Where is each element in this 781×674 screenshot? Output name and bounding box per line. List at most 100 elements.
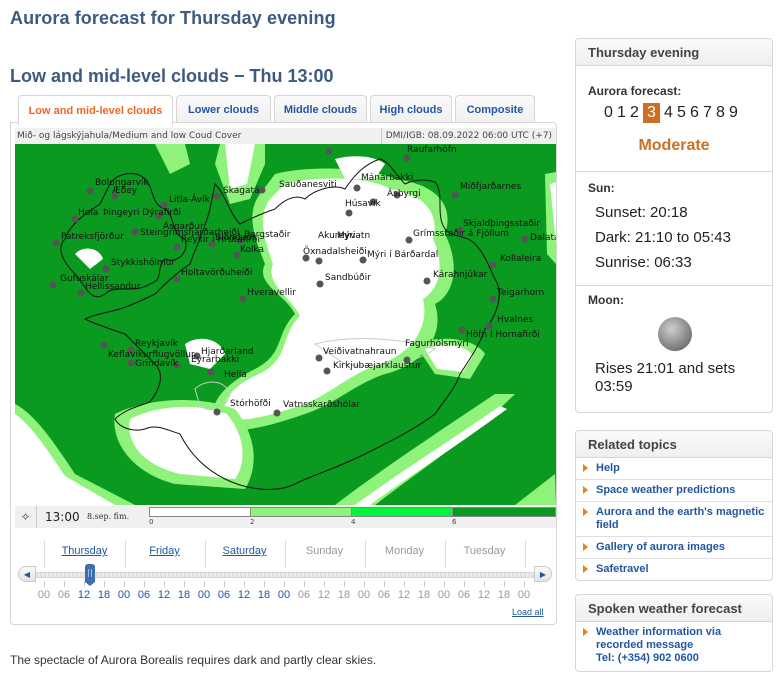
hour-label[interactable]: 00 bbox=[114, 589, 134, 601]
day-separator bbox=[525, 540, 526, 568]
town-label: Stykkishólmur bbox=[111, 257, 175, 268]
related-link-help[interactable]: Help bbox=[576, 458, 772, 480]
hour-label[interactable]: 12 bbox=[234, 589, 254, 601]
tab-high-clouds[interactable]: High clouds bbox=[370, 95, 452, 123]
legend-segment-0-2 bbox=[149, 507, 251, 517]
tab-middle-clouds[interactable]: Middle clouds bbox=[274, 95, 367, 123]
hour-label[interactable]: 00 bbox=[274, 589, 294, 601]
aurora-forecast-label: Aurora forecast: bbox=[588, 84, 682, 98]
town-label: Hvalnes bbox=[497, 315, 533, 325]
bullet-arrow-icon bbox=[583, 628, 588, 636]
map-footer: ✧ 13:00 8.sep. fim. 0 2 4 6 bbox=[15, 506, 556, 528]
hour-label[interactable]: 06 bbox=[214, 589, 234, 601]
legend-tick: 2 bbox=[250, 518, 255, 526]
legend-segment-6-8 bbox=[452, 507, 556, 517]
hour-tick bbox=[44, 581, 45, 587]
related-topics-box: Related topics Help Space weather predic… bbox=[575, 430, 773, 581]
hour-label[interactable]: 12 bbox=[474, 589, 494, 601]
day-sunday: Sunday bbox=[305, 545, 344, 557]
day-link-thursday[interactable]: Thursday bbox=[47, 545, 122, 557]
timeline-prev-button[interactable]: ◀ bbox=[18, 566, 36, 582]
town-label: Grindavík bbox=[135, 359, 179, 369]
arrow-left-icon: ◀ bbox=[23, 569, 31, 579]
hour-label[interactable]: 06 bbox=[134, 589, 154, 601]
hour-label[interactable]: 18 bbox=[174, 589, 194, 601]
hour-label[interactable]: 06 bbox=[454, 589, 474, 601]
town-label: Hella bbox=[224, 370, 247, 380]
forecast-box: Thursday evening Aurora forecast: 0 1 2 … bbox=[575, 38, 773, 413]
link-label: Space weather predictions bbox=[596, 484, 736, 496]
link-label: Aurora and the earth's magnetic field bbox=[596, 506, 765, 531]
town-label: Hola bbox=[78, 208, 98, 218]
town-label: Kolka bbox=[240, 245, 264, 255]
related-link-gallery[interactable]: Gallery of aurora images bbox=[576, 537, 772, 559]
hour-label[interactable]: 12 bbox=[394, 589, 414, 601]
town-label: Ásgarður bbox=[163, 220, 204, 232]
hour-label[interactable]: 18 bbox=[414, 589, 434, 601]
cloud-cover-map[interactable]: Raufarhöfn Bolungarvík Æðey Litla-Ávík S… bbox=[15, 144, 556, 505]
spoken-forecast-box: Spoken weather forecast Weather informat… bbox=[575, 594, 773, 672]
timeline-next-button[interactable]: ▶ bbox=[534, 566, 552, 582]
related-link-space-weather[interactable]: Space weather predictions bbox=[576, 480, 772, 502]
hour-label[interactable]: 00 bbox=[434, 589, 454, 601]
bullet-arrow-icon bbox=[583, 486, 588, 494]
town-label: Þingeyri Dýrafirði bbox=[103, 208, 181, 218]
town-label: Veiðivatnahraun bbox=[323, 347, 396, 357]
hour-label[interactable]: 06 bbox=[374, 589, 394, 601]
town-label: Kárahnjúkar bbox=[433, 270, 488, 280]
hour-label[interactable]: 06 bbox=[54, 589, 74, 601]
hour-label[interactable]: 00 bbox=[194, 589, 214, 601]
town-label: Mývatn bbox=[337, 231, 370, 241]
hour-tick bbox=[304, 581, 305, 587]
divider bbox=[576, 285, 772, 286]
hour-label[interactable]: 12 bbox=[314, 589, 334, 601]
tab-composite[interactable]: Composite bbox=[455, 95, 535, 123]
town-label: Skjaldþingsstaðir bbox=[463, 219, 540, 229]
town-label: Kollaleira bbox=[500, 254, 541, 264]
town-label: Sauðanesviti bbox=[279, 180, 337, 190]
time-slider-handle[interactable] bbox=[85, 564, 95, 586]
hour-label[interactable]: 00 bbox=[354, 589, 374, 601]
kp-value: 1 bbox=[617, 104, 626, 121]
town-label: Dalatangi bbox=[530, 233, 556, 243]
hour-label[interactable]: 18 bbox=[94, 589, 114, 601]
kp-value-selected: 3 bbox=[643, 103, 660, 123]
town-label: Raufarhöfn bbox=[407, 145, 457, 155]
hour-label[interactable]: 12 bbox=[74, 589, 94, 601]
page-title: Aurora forecast for Thursday evening bbox=[10, 8, 336, 28]
hour-label[interactable]: 18 bbox=[494, 589, 514, 601]
map-time: 13:00 bbox=[45, 510, 80, 524]
related-link-magnetic-field[interactable]: Aurora and the earth's magnetic field bbox=[576, 502, 772, 537]
day-link-friday[interactable]: Friday bbox=[127, 545, 202, 557]
kp-index-scale: 0 1 2 3 4 5 6 7 8 9 bbox=[602, 103, 740, 123]
day-separator bbox=[365, 540, 366, 568]
legend-segment-2-4 bbox=[250, 507, 352, 517]
town-label: Patreksfjörður bbox=[61, 232, 124, 242]
hour-label[interactable]: 12 bbox=[154, 589, 174, 601]
load-all-link[interactable]: Load all bbox=[512, 607, 544, 617]
tab-low-mid-clouds[interactable]: Low and mid-level clouds bbox=[18, 95, 173, 125]
town-label: Öxnadalsheiði bbox=[303, 246, 367, 257]
hour-label[interactable]: 18 bbox=[254, 589, 274, 601]
crosshair-icon[interactable]: ✧ bbox=[15, 506, 37, 528]
hour-label[interactable]: 18 bbox=[334, 589, 354, 601]
hour-label[interactable]: 06 bbox=[294, 589, 314, 601]
legend-segment-4-6 bbox=[351, 507, 453, 517]
hour-tick bbox=[244, 581, 245, 587]
tab-lower-clouds[interactable]: Lower clouds bbox=[176, 95, 271, 123]
day-link-saturday[interactable]: Saturday bbox=[207, 545, 282, 557]
map-subtitle: Low and mid-level clouds − Thu 13:00 bbox=[10, 66, 334, 86]
town-label: Æðey bbox=[112, 186, 138, 196]
town-label: Reykir í Hrútafirði bbox=[181, 235, 260, 245]
spoken-forecast-link[interactable]: Weather information via recorded message… bbox=[576, 622, 772, 671]
hour-tick bbox=[344, 581, 345, 587]
time-slider-track[interactable] bbox=[28, 572, 540, 578]
hour-label[interactable]: 00 bbox=[34, 589, 54, 601]
divider bbox=[576, 171, 772, 172]
related-link-safetravel[interactable]: Safetravel bbox=[576, 559, 772, 580]
spoken-forecast-title: Spoken weather forecast bbox=[576, 595, 772, 622]
hour-tick bbox=[524, 581, 525, 587]
hour-tick bbox=[504, 581, 505, 587]
hour-tick bbox=[364, 581, 365, 587]
hour-label[interactable]: 00 bbox=[514, 589, 534, 601]
